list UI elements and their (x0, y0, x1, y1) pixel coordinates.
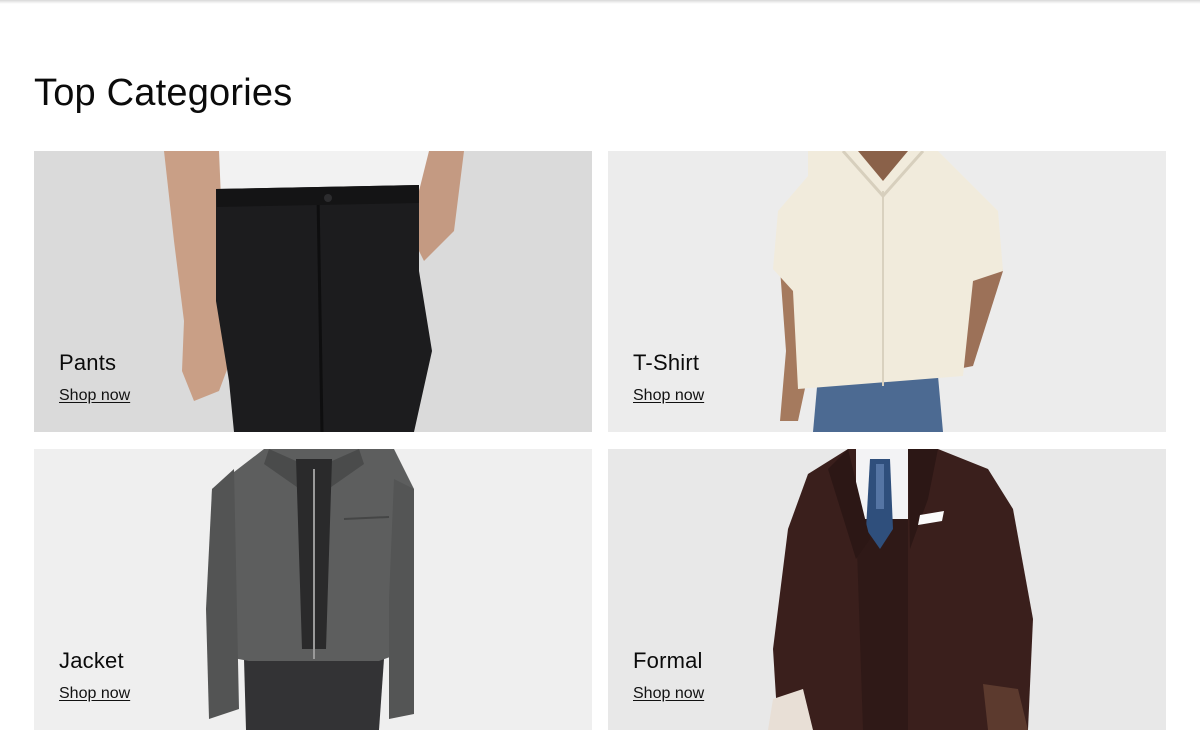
section-title: Top Categories (34, 72, 293, 114)
shop-now-link-tshirt[interactable]: Shop now (633, 387, 704, 405)
shop-now-link-pants[interactable]: Shop now (59, 387, 130, 405)
category-label-tshirt: T-Shirt (633, 350, 700, 375)
shop-now-link-formal[interactable]: Shop now (633, 685, 704, 703)
top-categories-page: Top Categories Pants Shop now T-Shirt Sh… (0, 0, 1200, 748)
category-card-pants[interactable]: Pants Shop now (34, 151, 592, 432)
category-card-formal[interactable]: Formal Shop now (608, 449, 1166, 730)
category-label-formal: Formal (633, 648, 703, 673)
category-grid: Pants Shop now T-Shirt Shop now Jacket S… (34, 151, 1166, 731)
category-card-tshirt[interactable]: T-Shirt Shop now (608, 151, 1166, 432)
shop-now-link-jacket[interactable]: Shop now (59, 685, 130, 703)
category-label-pants: Pants (59, 350, 117, 375)
header-shadow-divider (0, 0, 1200, 4)
category-card-jacket[interactable]: Jacket Shop now (34, 449, 592, 730)
category-label-jacket: Jacket (59, 648, 124, 673)
